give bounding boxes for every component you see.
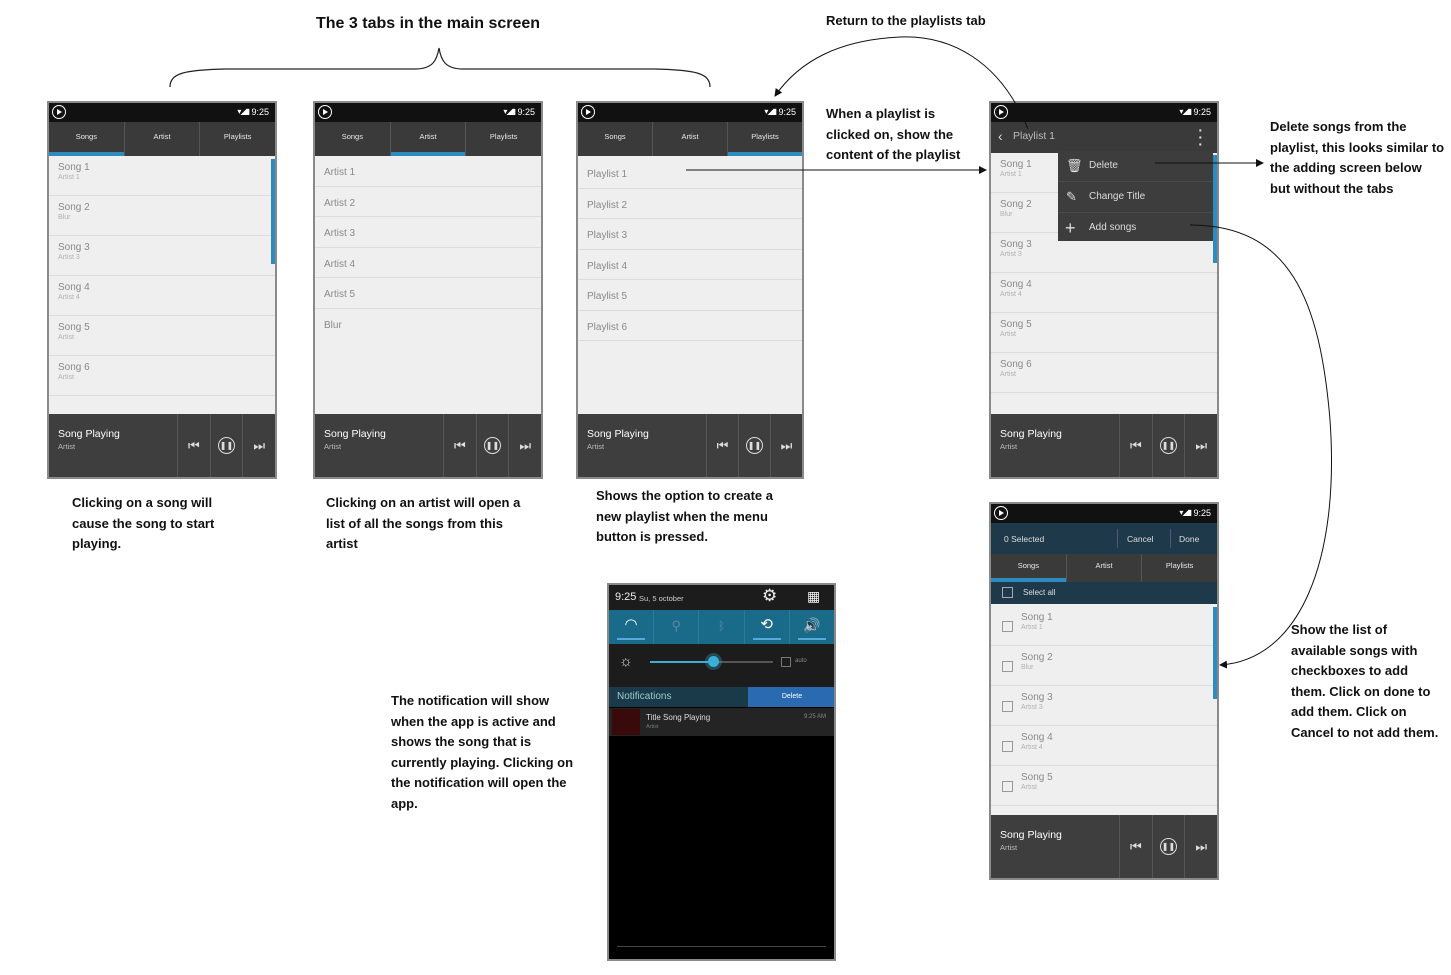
flow-arrows (686, 36, 1333, 669)
arrow-return (774, 36, 1029, 130)
arrow-add-songs (1189, 224, 1333, 669)
